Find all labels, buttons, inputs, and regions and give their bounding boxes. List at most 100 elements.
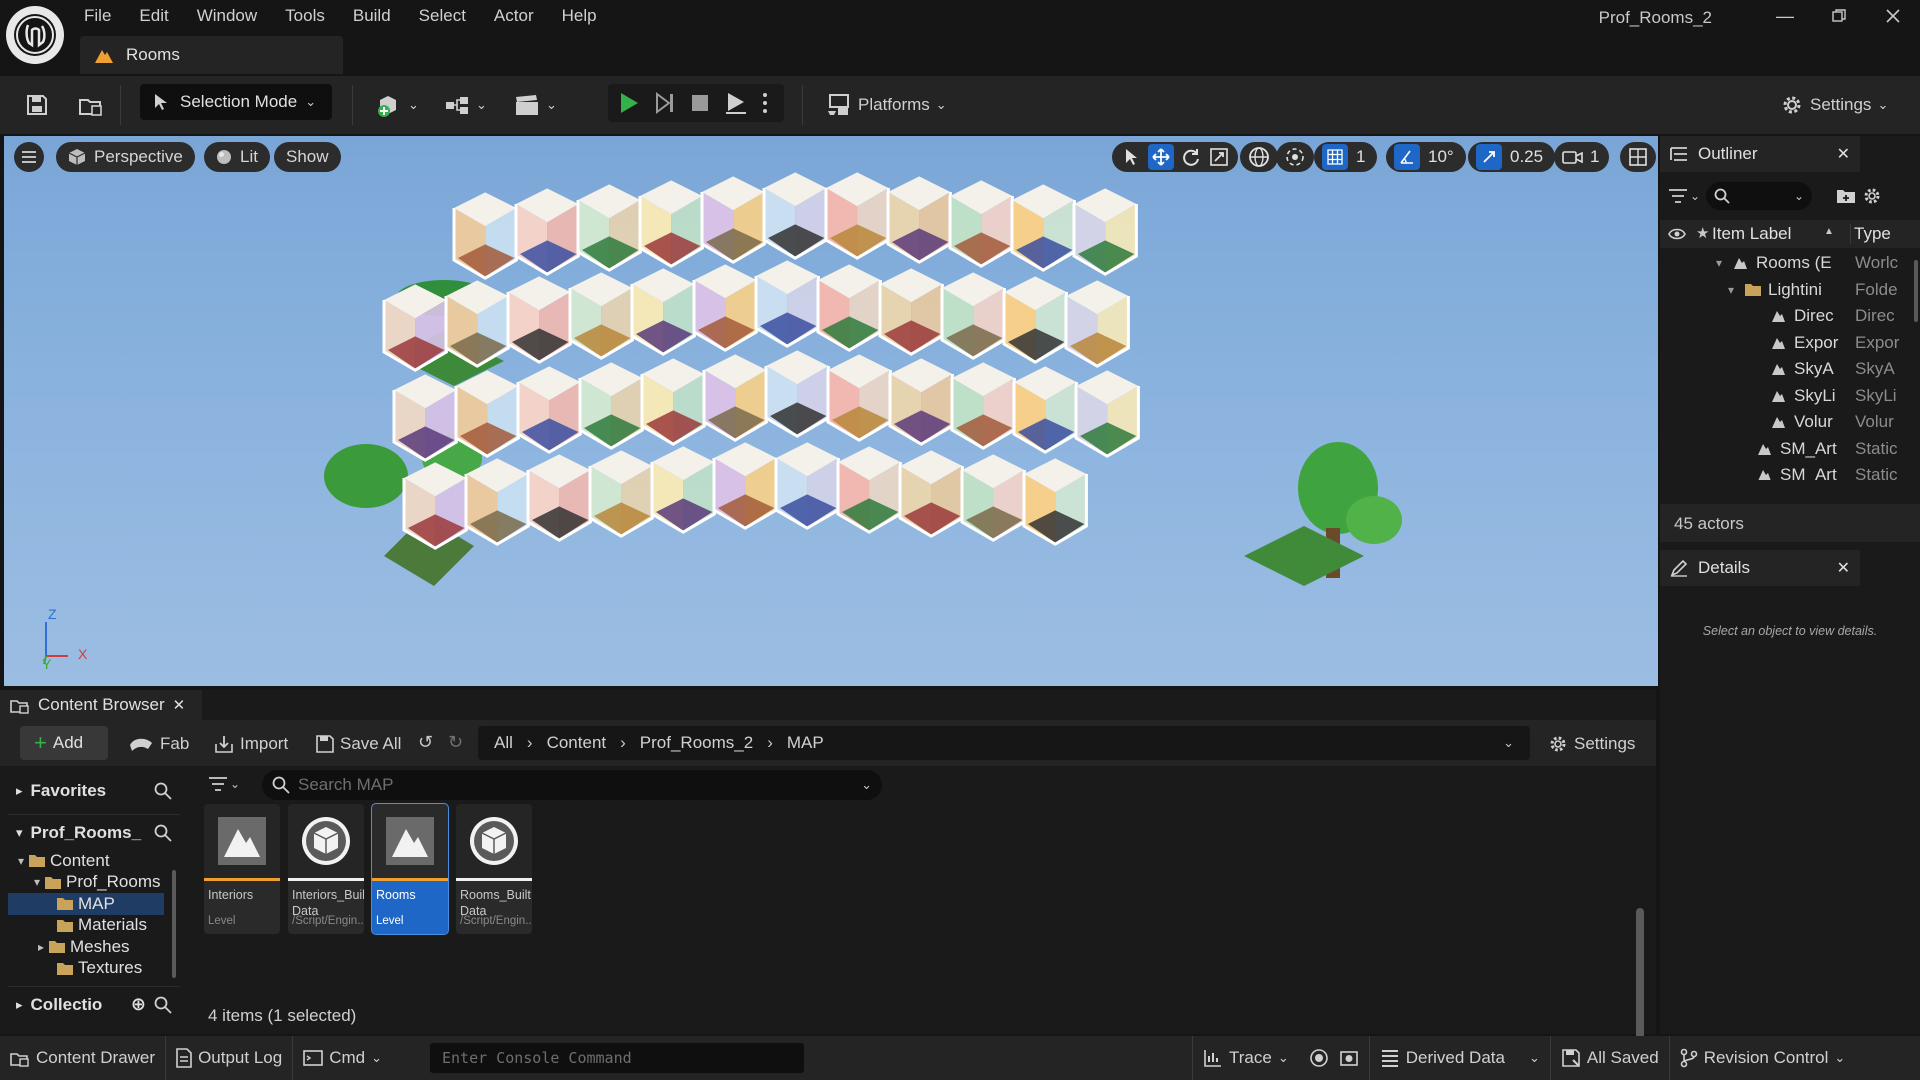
outliner-close-icon[interactable]: ✕ xyxy=(1837,144,1850,164)
cinematics-button[interactable]: ⌄ xyxy=(506,85,565,125)
blueprint-button[interactable]: ⌄ xyxy=(436,85,495,125)
expand-arrow-icon[interactable]: ▾ xyxy=(1728,283,1734,297)
folder-tree-item[interactable]: ▾ Content xyxy=(8,850,164,872)
room-cube[interactable] xyxy=(516,366,582,454)
breadcrumb-content[interactable]: Content xyxy=(547,733,607,753)
expand-arrow-icon[interactable]: ▸ xyxy=(38,940,44,954)
tree-scrollbar[interactable] xyxy=(172,870,176,978)
room-cube[interactable] xyxy=(452,192,518,280)
history-back-icon[interactable]: ↺ xyxy=(418,732,433,753)
expand-arrow-icon[interactable]: ▾ xyxy=(34,875,40,889)
room-cube[interactable] xyxy=(712,442,778,530)
rotation-snap-control[interactable]: 10° xyxy=(1386,142,1466,172)
breadcrumb-all[interactable]: All xyxy=(494,733,513,753)
details-tab[interactable]: Details ✕ xyxy=(1660,550,1860,586)
outliner-tab[interactable]: Outliner ✕ xyxy=(1660,136,1860,172)
content-browser-close-icon[interactable]: ✕ xyxy=(173,696,186,714)
folder-tree-item[interactable]: MAP xyxy=(8,893,164,915)
outliner-row[interactable]: SkyA SkyA xyxy=(1660,356,1920,383)
more-options-icon[interactable] xyxy=(762,92,768,114)
room-cube[interactable] xyxy=(700,176,766,264)
room-cube[interactable] xyxy=(824,172,890,260)
level-tab[interactable]: Rooms xyxy=(80,36,343,74)
gear-icon[interactable] xyxy=(1862,186,1882,206)
close-icon[interactable] xyxy=(1866,0,1920,32)
outliner-row[interactable]: Volur Volur xyxy=(1660,409,1920,436)
room-cube[interactable] xyxy=(514,188,580,276)
details-close-icon[interactable]: ✕ xyxy=(1837,558,1850,578)
select-tool-icon[interactable] xyxy=(1120,146,1142,168)
outliner-row[interactable]: SM_Art Static xyxy=(1660,462,1920,480)
folder-tree-item[interactable]: ▸ Meshes xyxy=(8,936,164,958)
all-saved-button[interactable]: All Saved xyxy=(1549,1036,1669,1080)
menu-file[interactable]: File xyxy=(70,0,125,32)
room-cube[interactable] xyxy=(464,458,530,546)
snapshot-icon[interactable] xyxy=(1339,1048,1359,1068)
search-icon[interactable] xyxy=(154,996,172,1014)
room-cube[interactable] xyxy=(702,354,768,442)
menu-select[interactable]: Select xyxy=(405,0,480,32)
add-actor-button[interactable]: ⌄ xyxy=(368,85,427,125)
room-cube[interactable] xyxy=(630,268,696,356)
room-cube[interactable] xyxy=(402,462,468,550)
viewport-menu-button[interactable] xyxy=(14,142,44,172)
restore-icon[interactable] xyxy=(1812,0,1866,32)
platforms-dropdown[interactable]: Platforms ⌄ xyxy=(818,85,955,125)
step-forward-icon[interactable] xyxy=(654,91,676,115)
room-cube[interactable] xyxy=(774,442,840,530)
derived-data-dropdown[interactable]: Derived Data ⌄ xyxy=(1368,1036,1550,1080)
outliner-row[interactable]: ▾ Rooms (E Worlc xyxy=(1660,250,1920,277)
room-cube[interactable] xyxy=(898,450,964,538)
collections-section[interactable]: ▸ Collectio ⊕ xyxy=(8,986,180,1022)
outliner-row[interactable]: SM_Art Static xyxy=(1660,436,1920,463)
visibility-eye-icon[interactable] xyxy=(1668,227,1686,241)
room-cube[interactable] xyxy=(888,358,954,446)
stop-icon[interactable] xyxy=(690,93,710,113)
cmd-dropdown[interactable]: Cmd ⌄ xyxy=(293,1036,392,1080)
menu-help[interactable]: Help xyxy=(548,0,611,32)
room-cube[interactable] xyxy=(826,354,892,442)
breadcrumb-chevron-down-icon[interactable]: ⌄ xyxy=(1503,735,1514,751)
room-cube[interactable] xyxy=(638,180,704,268)
room-cube[interactable] xyxy=(382,284,448,372)
menu-window[interactable]: Window xyxy=(183,0,271,32)
room-cube[interactable] xyxy=(454,370,520,458)
room-cube[interactable] xyxy=(1074,370,1140,458)
search-icon[interactable] xyxy=(154,782,172,800)
star-icon[interactable]: ★ xyxy=(1696,224,1709,242)
room-cube[interactable] xyxy=(940,272,1006,360)
filter-icon[interactable]: ⌄ xyxy=(1668,188,1700,204)
add-collection-icon[interactable]: ⊕ xyxy=(131,994,146,1015)
output-log-button[interactable]: Output Log xyxy=(166,1036,294,1080)
room-cube[interactable] xyxy=(948,180,1014,268)
asset-tile[interactable]: Interiors Level xyxy=(204,804,280,934)
folder-tree-item[interactable]: Materials xyxy=(8,915,164,937)
play-icon[interactable] xyxy=(618,91,640,115)
room-cube[interactable] xyxy=(762,172,828,260)
trace-dropdown[interactable]: Trace ⌄ xyxy=(1192,1036,1299,1080)
room-cube[interactable] xyxy=(950,362,1016,450)
menu-actor[interactable]: Actor xyxy=(480,0,548,32)
world-local-toggle[interactable] xyxy=(1240,142,1278,172)
room-cube[interactable] xyxy=(886,176,952,264)
breadcrumb-map[interactable]: MAP xyxy=(787,733,824,753)
history-forward-icon[interactable]: ↻ xyxy=(448,732,463,753)
room-cube[interactable] xyxy=(1002,276,1068,364)
breadcrumb-project[interactable]: Prof_Rooms_2 xyxy=(640,733,753,753)
rotate-tool-icon[interactable] xyxy=(1180,146,1202,168)
save-all-button[interactable]: Save All xyxy=(308,724,409,764)
import-button[interactable]: Import xyxy=(206,724,296,764)
asset-tile[interactable]: Rooms Level xyxy=(371,803,449,935)
asset-tile[interactable]: Rooms_Built Data/Script/Engin... xyxy=(456,804,532,934)
show-button[interactable]: Show xyxy=(274,142,341,172)
lit-button[interactable]: Lit xyxy=(204,142,270,172)
unreal-logo-icon[interactable] xyxy=(6,6,64,64)
menu-build[interactable]: Build xyxy=(339,0,405,32)
outliner-scrollbar[interactable] xyxy=(1914,260,1918,322)
asset-tile[interactable]: Interiors_Built Data/Script/Engin... xyxy=(288,804,364,934)
room-cube[interactable] xyxy=(1064,280,1130,368)
revision-control-dropdown[interactable]: Revision Control ⌄ xyxy=(1668,1036,1856,1080)
room-cube[interactable] xyxy=(576,184,642,272)
selection-mode-dropdown[interactable]: Selection Mode ⌄ xyxy=(140,84,332,120)
room-cube[interactable] xyxy=(1072,188,1138,276)
